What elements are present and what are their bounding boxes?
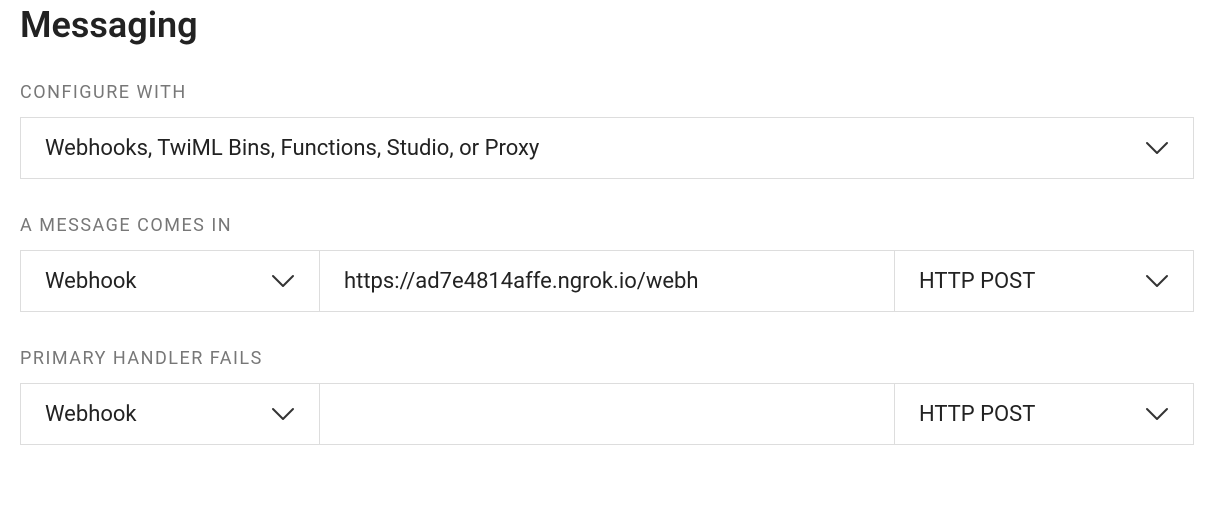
message-comes-in-handler-select[interactable]: Webhook	[20, 250, 320, 312]
page-title: Messaging	[20, 4, 1194, 46]
message-comes-in-handler-value: Webhook	[45, 269, 137, 294]
configure-with-label: CONFIGURE WITH	[20, 82, 1194, 103]
chevron-down-icon	[1145, 141, 1169, 155]
primary-handler-fails-url-input[interactable]	[320, 383, 894, 445]
configure-with-value: Webhooks, TwiML Bins, Functions, Studio,…	[45, 136, 539, 161]
chevron-down-icon	[271, 274, 295, 288]
message-comes-in-row: Webhook HTTP POST	[20, 250, 1194, 312]
chevron-down-icon	[1145, 274, 1169, 288]
primary-handler-fails-row: Webhook HTTP POST	[20, 383, 1194, 445]
primary-handler-fails-handler-value: Webhook	[45, 402, 137, 427]
chevron-down-icon	[1145, 407, 1169, 421]
message-comes-in-method-value: HTTP POST	[919, 269, 1035, 294]
primary-handler-fails-method-value: HTTP POST	[919, 402, 1035, 427]
configure-with-select[interactable]: Webhooks, TwiML Bins, Functions, Studio,…	[20, 117, 1194, 179]
primary-handler-fails-handler-select[interactable]: Webhook	[20, 383, 320, 445]
message-comes-in-label: A MESSAGE COMES IN	[20, 215, 1194, 236]
primary-handler-fails-method-select[interactable]: HTTP POST	[894, 383, 1194, 445]
primary-handler-fails-label: PRIMARY HANDLER FAILS	[20, 348, 1194, 369]
message-comes-in-method-select[interactable]: HTTP POST	[894, 250, 1194, 312]
message-comes-in-url-input[interactable]	[320, 250, 894, 312]
chevron-down-icon	[271, 407, 295, 421]
